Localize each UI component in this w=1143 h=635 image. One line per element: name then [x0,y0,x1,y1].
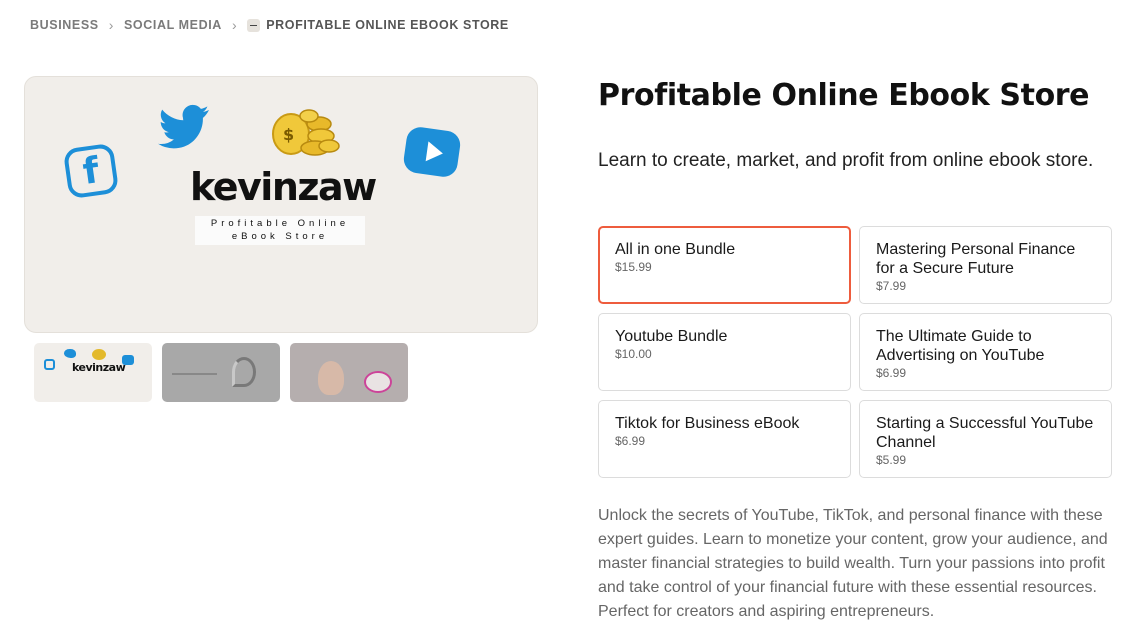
chevron-right-icon: › [108,17,114,33]
variant-option-personal-finance[interactable]: Mastering Personal Finance for a Secure … [859,226,1112,304]
variant-price: $15.99 [615,260,652,274]
variant-name: The Ultimate Guide to Advertising on You… [876,328,1045,364]
thumbnail-3[interactable] [290,343,408,402]
product-main-image[interactable]: f $ kevinzaw Profitable Online eBook Sto… [24,76,538,333]
breadcrumb: BUSINESS › SOCIAL MEDIA › PROFITABLE ONL… [30,17,509,33]
variant-option-advertising-youtube[interactable]: The Ultimate Guide to Advertising on You… [859,313,1112,391]
variant-price: $5.99 [876,453,907,467]
thumbnail-1[interactable]: kevinzaw [34,343,152,402]
variant-option-all-in-one-bundle[interactable]: All in one Bundle $15.99 [598,226,851,304]
breadcrumb-current-label: PROFITABLE ONLINE EBOOK STORE [266,18,509,32]
twitter-icon [64,349,76,358]
thumbnail-line [172,373,217,375]
variant-name: Starting a Successful YouTube Channel [876,415,1094,451]
variant-name: Youtube Bundle [615,328,728,345]
svg-text:$: $ [283,125,294,144]
thumbnail-2[interactable] [162,343,280,402]
image-thumbnails: kevinzaw [34,343,408,402]
tiktok-icon [232,357,256,387]
chevron-right-icon: › [231,17,238,33]
variant-price: $6.99 [876,366,907,380]
breadcrumb-social-media[interactable]: SOCIAL MEDIA [124,18,222,32]
product-description: Unlock the secrets of YouTube, TikTok, a… [598,507,1108,620]
variant-name: Mastering Personal Finance for a Secure … [876,241,1076,277]
variant-option-youtube-bundle[interactable]: Youtube Bundle $10.00 [598,313,851,391]
hero-tagline-line2: eBook Store [231,231,329,242]
person-image [318,361,344,395]
youtube-play-icon [402,125,462,179]
product-title: Profitable Online Ebook Store [598,78,1090,113]
variant-name: All in one Bundle [615,241,736,258]
coins-icon [92,349,106,360]
product-mini-icon [247,18,261,32]
variant-price: $6.99 [615,434,646,448]
facebook-icon [44,359,55,370]
variant-option-tiktok-business[interactable]: Tiktok for Business eBook $6.99 [598,400,851,478]
twitter-icon [158,104,209,149]
facebook-icon: f [62,142,120,200]
thumbnail-brand-text: kevinzaw [72,361,126,374]
variant-option-youtube-channel[interactable]: Starting a Successful YouTube Channel $5… [859,400,1112,478]
variant-options: All in one Bundle $15.99 Mastering Perso… [598,226,1112,478]
hero-brand-text: kevinzaw [190,165,377,209]
hero-tagline: Profitable Online eBook Store [195,216,365,245]
coins-icon: $ [272,109,340,156]
breadcrumb-current: PROFITABLE ONLINE EBOOK STORE [247,18,509,32]
product-subtitle: Learn to create, market, and profit from… [598,150,1094,171]
variant-price: $10.00 [615,347,652,361]
youtube-sign-image [364,371,392,393]
variant-price: $7.99 [876,279,907,293]
hero-tagline-line1: Profitable Online [210,218,350,229]
breadcrumb-business[interactable]: BUSINESS [30,18,99,32]
variant-name: Tiktok for Business eBook [615,415,800,432]
